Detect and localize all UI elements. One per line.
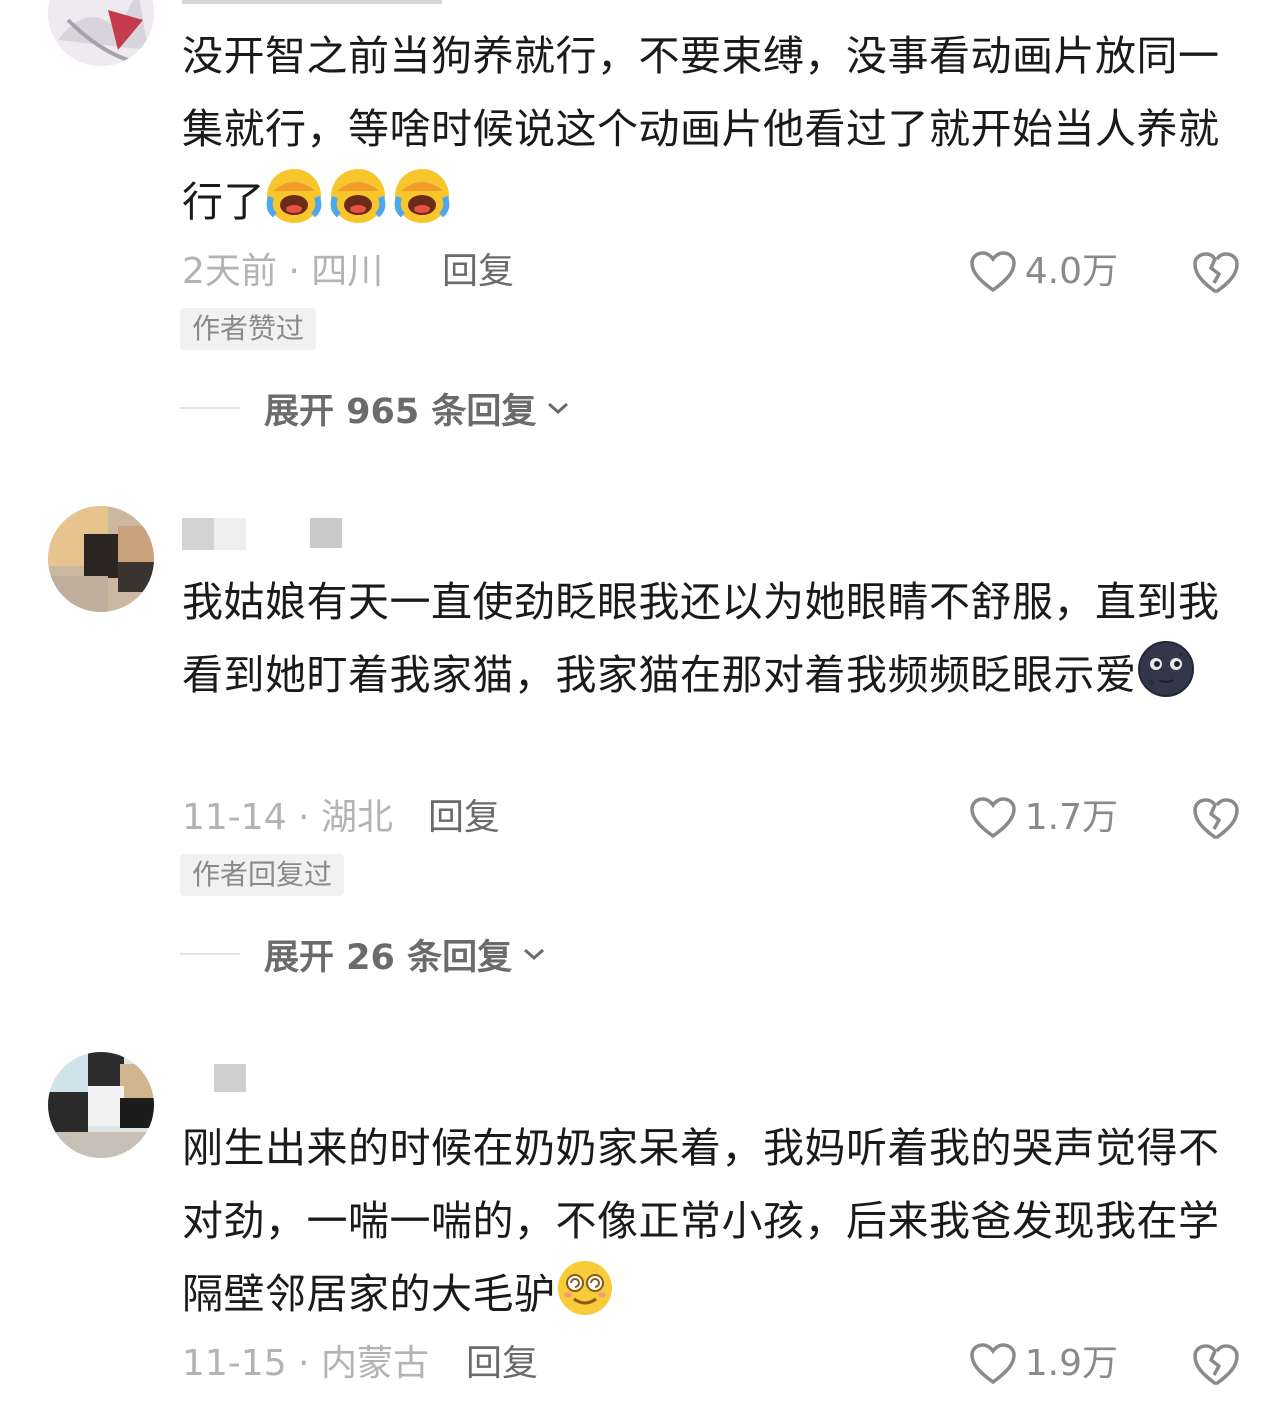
- heart-icon: [969, 797, 1016, 839]
- divider-line: [180, 407, 240, 409]
- author-replied-badge: 作者回复过: [180, 854, 345, 896]
- chevron-down-icon: [548, 402, 569, 415]
- heart-icon: [969, 1343, 1016, 1385]
- like-button[interactable]: 1.9万: [969, 1342, 1118, 1386]
- laugh-cry-emoji: [265, 167, 323, 225]
- avatar[interactable]: [48, 506, 154, 612]
- comment-body: 我姑娘有天一直使劲眨眼我还以为她眼睛不舒服，直到我看到她盯着我家猫，我家猫在那对…: [182, 578, 1220, 699]
- avatar-image: [48, 506, 154, 612]
- comment-meta: 11-14 · 湖北: [182, 797, 393, 838]
- avatar[interactable]: [48, 0, 154, 66]
- comment-body: 刚生出来的时候在奶奶家呆着，我妈听着我的哭声觉得不对劲，一喘一喘的，不像正常小孩…: [182, 1124, 1220, 1318]
- comment-text: 刚生出来的时候在奶奶家呆着，我妈听着我的哭声觉得不对劲，一喘一喘的，不像正常小孩…: [182, 1112, 1242, 1331]
- broken-heart-icon: [1193, 798, 1239, 840]
- comment-meta: 2天前 · 四川: [182, 251, 384, 292]
- comment-meta: 11-15 · 内蒙古: [182, 1343, 429, 1384]
- username-redacted[interactable]: [182, 0, 442, 18]
- comment-text: 我姑娘有天一直使劲眨眼我还以为她眼睛不舒服，直到我看到她盯着我家猫，我家猫在那对…: [182, 566, 1242, 712]
- chevron-down-icon: [524, 948, 545, 961]
- laugh-cry-emoji: [393, 167, 451, 225]
- like-count: 4.0万: [1024, 251, 1118, 292]
- expand-replies-button[interactable]: 展开 965 条回复: [180, 386, 570, 432]
- comment-text: 没开智之前当狗养就行，不要束缚，没事看动画片放同一集就行，等啥时候说这个动画片他…: [182, 20, 1242, 239]
- reply-button[interactable]: 回复: [442, 250, 514, 294]
- reply-button[interactable]: 回复: [428, 796, 500, 840]
- like-count: 1.9万: [1024, 1343, 1118, 1384]
- reply-button[interactable]: 回复: [466, 1342, 538, 1386]
- dizzy-smile-emoji: [556, 1259, 614, 1317]
- dislike-button[interactable]: [1192, 1342, 1240, 1388]
- laugh-cry-emoji: [329, 167, 387, 225]
- moon-face-emoji: [1137, 640, 1195, 698]
- expand-replies-label: 展开 965 条回复: [264, 391, 537, 432]
- username-redacted[interactable]: [182, 518, 352, 550]
- avatar-image: [48, 0, 154, 66]
- avatar[interactable]: [48, 1052, 154, 1158]
- dislike-button[interactable]: [1192, 796, 1240, 842]
- avatar-image: [48, 1052, 154, 1158]
- expand-replies-button[interactable]: 展开 26 条回复: [180, 932, 546, 978]
- expand-replies-label: 展开 26 条回复: [264, 937, 513, 978]
- like-button[interactable]: 1.7万: [969, 796, 1118, 840]
- like-button[interactable]: 4.0万: [969, 250, 1118, 294]
- author-liked-badge: 作者赞过: [180, 308, 317, 350]
- heart-icon: [969, 251, 1016, 293]
- broken-heart-icon: [1193, 1344, 1239, 1386]
- dislike-button[interactable]: [1192, 250, 1240, 296]
- divider-line: [180, 953, 240, 955]
- broken-heart-icon: [1193, 252, 1239, 294]
- username-redacted[interactable]: [182, 1064, 246, 1096]
- like-count: 1.7万: [1024, 797, 1118, 838]
